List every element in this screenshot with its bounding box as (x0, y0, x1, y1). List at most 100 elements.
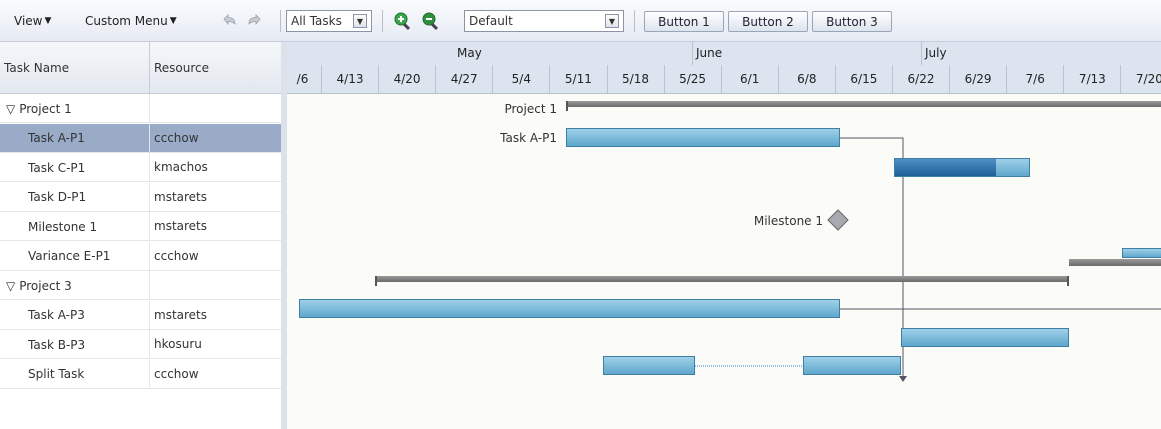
table-row[interactable]: Task A-P3 mstarets (0, 300, 281, 330)
week-label: /6 (287, 65, 320, 94)
resource-cell: ccchow (154, 130, 199, 145)
button-2[interactable]: Button 2 (728, 11, 808, 32)
column-header-task-name[interactable]: Task Name (0, 42, 150, 94)
dropdown-arrow-icon: ▼ (605, 14, 619, 28)
table-row[interactable]: Task A-P1 ccchow (0, 123, 281, 153)
column-header-resource[interactable]: Resource (150, 42, 281, 94)
week-label: 6/22 (892, 65, 949, 94)
table-row[interactable]: Task D-P1 mstarets (0, 182, 281, 212)
resource-cell: hkosuru (154, 337, 202, 351)
task-bar-split-task-part-1[interactable] (603, 356, 695, 375)
task-name-cell: Task A-P1 (0, 123, 150, 153)
toolbar-divider (382, 10, 383, 32)
task-name-label: Task A-P1 (28, 131, 85, 145)
task-name-label: Task C-P1 (28, 160, 86, 175)
task-name-cell: Task A-P3 (0, 300, 150, 330)
task-name-label: Task B-P3 (28, 337, 86, 352)
task-name-cell: Split Task (0, 359, 150, 389)
resource-cell (150, 271, 281, 299)
task-name-label: Project 1 (19, 101, 72, 116)
view-menu-label: View (14, 14, 43, 28)
week-label: 6/1 (720, 65, 778, 94)
month-label-may: May (457, 46, 482, 60)
chevron-down-icon: ▼ (44, 16, 52, 26)
redo-button[interactable] (244, 0, 266, 42)
table-row[interactable]: Split Task ccchow (0, 359, 281, 389)
button-3[interactable]: Button 3 (812, 11, 892, 32)
task-name-cell: Milestone 1 (0, 212, 150, 241)
resource-cell: mstarets (154, 189, 208, 204)
task-bar-variance-e-p1[interactable] (1122, 248, 1161, 258)
task-table: Task Name Resource ▽ Project 1 Task A-P1 cc… (0, 42, 287, 429)
table-row[interactable]: Milestone 1 mstarets (0, 212, 281, 241)
resource-cell (150, 94, 281, 122)
week-label: 7/13 (1063, 65, 1120, 94)
task-name-label: Variance E-P1 (28, 249, 111, 263)
table-row[interactable]: ▽ Project 1 (0, 94, 281, 123)
task-bar-task-b-p3[interactable] (901, 328, 1069, 347)
view-menu[interactable]: View ▼ (14, 0, 51, 42)
month-label-june: June (696, 46, 723, 60)
custom-menu-label: Custom Menu (85, 14, 168, 28)
dependency-lines (695, 137, 1161, 382)
button-1[interactable]: Button 1 (644, 11, 724, 32)
expand-toggle-icon[interactable]: ▽ (6, 102, 15, 116)
table-row[interactable]: Variance E-P1 ccchow (0, 241, 281, 271)
week-label: 6/8 (777, 65, 835, 94)
table-row[interactable]: ▽ Project 3 (0, 271, 281, 300)
undo-icon (218, 10, 240, 32)
toolbar-divider (634, 10, 635, 32)
expand-toggle-icon[interactable]: ▽ (6, 279, 15, 293)
resource-cell: kmachos (154, 160, 208, 174)
summary-bar-cap (1067, 276, 1069, 286)
task-name-cell: ▽ Project 1 (0, 94, 150, 123)
table-header: Task Name Resource (0, 42, 287, 94)
task-name-label: Split Task (28, 367, 85, 381)
bar-label-milestone-1: Milestone 1 (753, 214, 823, 228)
week-label: 5/18 (606, 65, 664, 94)
week-label: 5/4 (492, 65, 549, 94)
zoom-out-icon (420, 10, 442, 32)
zoom-in-button[interactable] (392, 0, 414, 42)
resource-cell: ccchow (154, 248, 199, 263)
task-name-label: Milestone 1 (28, 219, 98, 234)
time-scale: May June July /6 4/13 4/20 4/27 5/4 5/11 5/18 5… (287, 42, 1161, 94)
chart-body: Project 1 Task A-P1 Milestone 1 (287, 94, 1161, 429)
gantt-app: View ▼ Custom Menu ▼ All Tasks ▼ Default… (0, 0, 1161, 429)
timescale-select[interactable]: Default ▼ (464, 10, 624, 32)
task-filter-select[interactable]: All Tasks ▼ (286, 10, 372, 32)
milestone-diamond-icon[interactable] (828, 210, 848, 230)
dropdown-arrow-icon: ▼ (353, 14, 367, 28)
task-name-label: Task A-P3 (28, 308, 85, 322)
table-row[interactable]: Task C-P1 kmachos (0, 153, 281, 182)
task-bar-split-task-part-2[interactable] (803, 356, 901, 375)
task-bar-task-a-p3[interactable] (299, 299, 840, 318)
month-label-july: July (925, 46, 947, 60)
week-label: 6/29 (949, 65, 1006, 94)
month-divider (692, 42, 693, 65)
task-name-cell: Task C-P1 (0, 153, 150, 182)
task-name-label: Project 3 (19, 278, 72, 293)
week-label: 4/13 (321, 65, 378, 94)
variance-bar-e-p1 (1069, 259, 1161, 266)
chevron-down-icon: ▼ (169, 16, 177, 26)
summary-bar-project-3[interactable] (375, 276, 1069, 282)
timescale-value: Default (469, 14, 513, 28)
redo-icon (244, 10, 266, 32)
task-name-label: Task D-P1 (28, 190, 87, 204)
resource-cell: ccchow (154, 366, 199, 381)
week-label: 7/20 (1120, 65, 1161, 94)
summary-bar-cap (375, 276, 377, 286)
zoom-in-icon (392, 10, 414, 32)
custom-menu[interactable]: Custom Menu ▼ (85, 0, 177, 42)
resource-cell: mstarets (154, 307, 208, 322)
week-label: 4/20 (378, 65, 435, 94)
month-divider (921, 42, 922, 65)
undo-button[interactable] (218, 0, 240, 42)
task-name-cell: Variance E-P1 (0, 241, 150, 271)
zoom-out-button[interactable] (420, 0, 442, 42)
task-filter-value: All Tasks (291, 14, 342, 28)
progress-fill-task-c-p1 (895, 159, 996, 176)
week-label: 7/6 (1006, 65, 1063, 94)
table-row[interactable]: Task B-P3 hkosuru (0, 330, 281, 359)
